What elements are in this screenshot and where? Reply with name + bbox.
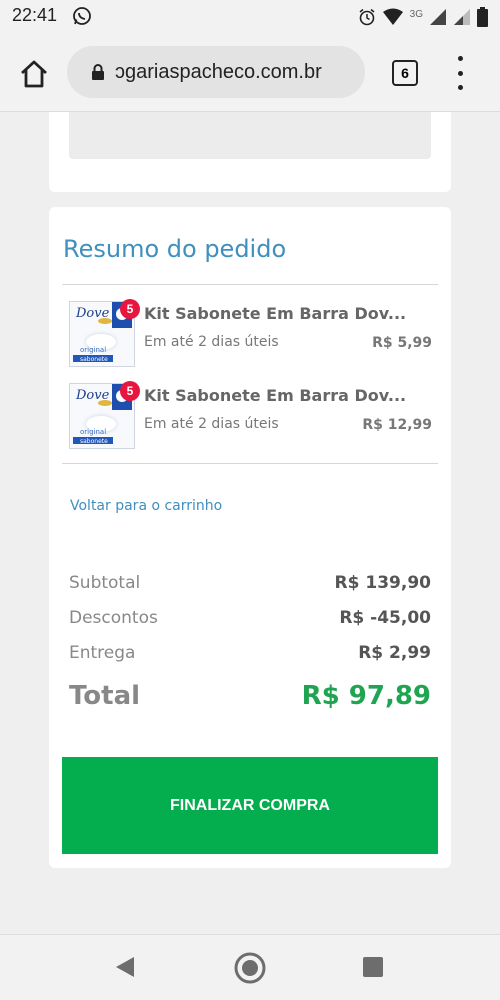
- status-icons: 3G: [358, 6, 488, 28]
- home-button[interactable]: [14, 54, 54, 94]
- tab-switcher-button[interactable]: 6: [392, 60, 418, 86]
- quantity-badge: 5: [120, 381, 140, 401]
- menu-dot-icon: [457, 85, 463, 90]
- delivery-row: Entrega R$ 2,99: [69, 643, 431, 667]
- discounts-value: R$ -45,00: [339, 608, 431, 628]
- checkout-button[interactable]: FINALIZAR COMPRA: [62, 757, 438, 854]
- item-delivery: Em até 2 dias úteis: [144, 416, 279, 432]
- signal-icon: [430, 9, 446, 25]
- order-item: Dove original sabonete 5 Kit Sabonete Em…: [62, 299, 438, 371]
- thumbnail-swoosh: [98, 400, 112, 406]
- url-text: ɔgariaspacheco.com.br: [115, 60, 322, 83]
- discounts-label: Descontos: [69, 608, 158, 628]
- wifi-icon: [382, 8, 403, 25]
- form-field[interactable]: [69, 112, 431, 159]
- battery-icon: [477, 7, 488, 27]
- recent-apps-icon[interactable]: [363, 957, 383, 977]
- whatsapp-icon: [73, 7, 91, 25]
- thumbnail-swoosh: [98, 318, 112, 324]
- thumbnail-text: original: [80, 346, 107, 354]
- quantity-badge: 5: [120, 299, 140, 319]
- item-delivery: Em até 2 dias úteis: [144, 334, 279, 350]
- order-summary-card: Resumo do pedido Dove original sabonete …: [49, 207, 451, 868]
- item-name[interactable]: Kit Sabonete Em Barra Dov...: [144, 386, 406, 405]
- url-bar[interactable]: ɔgariaspacheco.com.br: [67, 46, 365, 98]
- item-price: R$ 12,99: [362, 417, 432, 433]
- thumbnail-text: sabonete: [80, 438, 108, 445]
- back-icon[interactable]: [114, 955, 136, 979]
- alarm-icon: [359, 8, 375, 26]
- browser-toolbar: ɔgariaspacheco.com.br 6: [0, 34, 500, 112]
- status-time: 22:41: [12, 5, 58, 25]
- divider: [62, 284, 438, 285]
- signal-icon-2: [454, 9, 470, 25]
- subtotal-value: R$ 139,90: [334, 573, 431, 593]
- item-name[interactable]: Kit Sabonete Em Barra Dov...: [144, 304, 406, 323]
- home-nav-icon[interactable]: [233, 951, 267, 985]
- divider: [62, 463, 438, 464]
- home-icon: [21, 60, 47, 88]
- overflow-menu-button[interactable]: [450, 56, 470, 90]
- delivery-value: R$ 2,99: [358, 643, 431, 663]
- subtotal-label: Subtotal: [69, 573, 141, 593]
- order-item: Dove original sabonete 5 Kit Sabonete Em…: [62, 381, 438, 453]
- subtotal-row: Subtotal R$ 139,90: [69, 573, 431, 597]
- summary-title: Resumo do pedido: [63, 235, 287, 263]
- discounts-row: Descontos R$ -45,00: [69, 608, 431, 632]
- item-price: R$ 5,99: [372, 335, 432, 351]
- delivery-label: Entrega: [69, 643, 136, 663]
- back-to-cart-link[interactable]: Voltar para o carrinho: [70, 498, 222, 514]
- status-bar: 22:41 3G: [0, 0, 500, 34]
- thumbnail-text: original: [80, 428, 107, 436]
- navigation-bar: [0, 934, 500, 1000]
- total-label: Total: [69, 681, 141, 711]
- top-card: [49, 112, 451, 192]
- total-value: R$ 97,89: [301, 681, 431, 711]
- menu-dot-icon: [457, 70, 463, 76]
- network-type-label: 3G: [409, 8, 423, 20]
- lock-icon: [92, 64, 104, 80]
- thumbnail-text: sabonete: [80, 356, 108, 363]
- menu-dot-icon: [457, 56, 463, 61]
